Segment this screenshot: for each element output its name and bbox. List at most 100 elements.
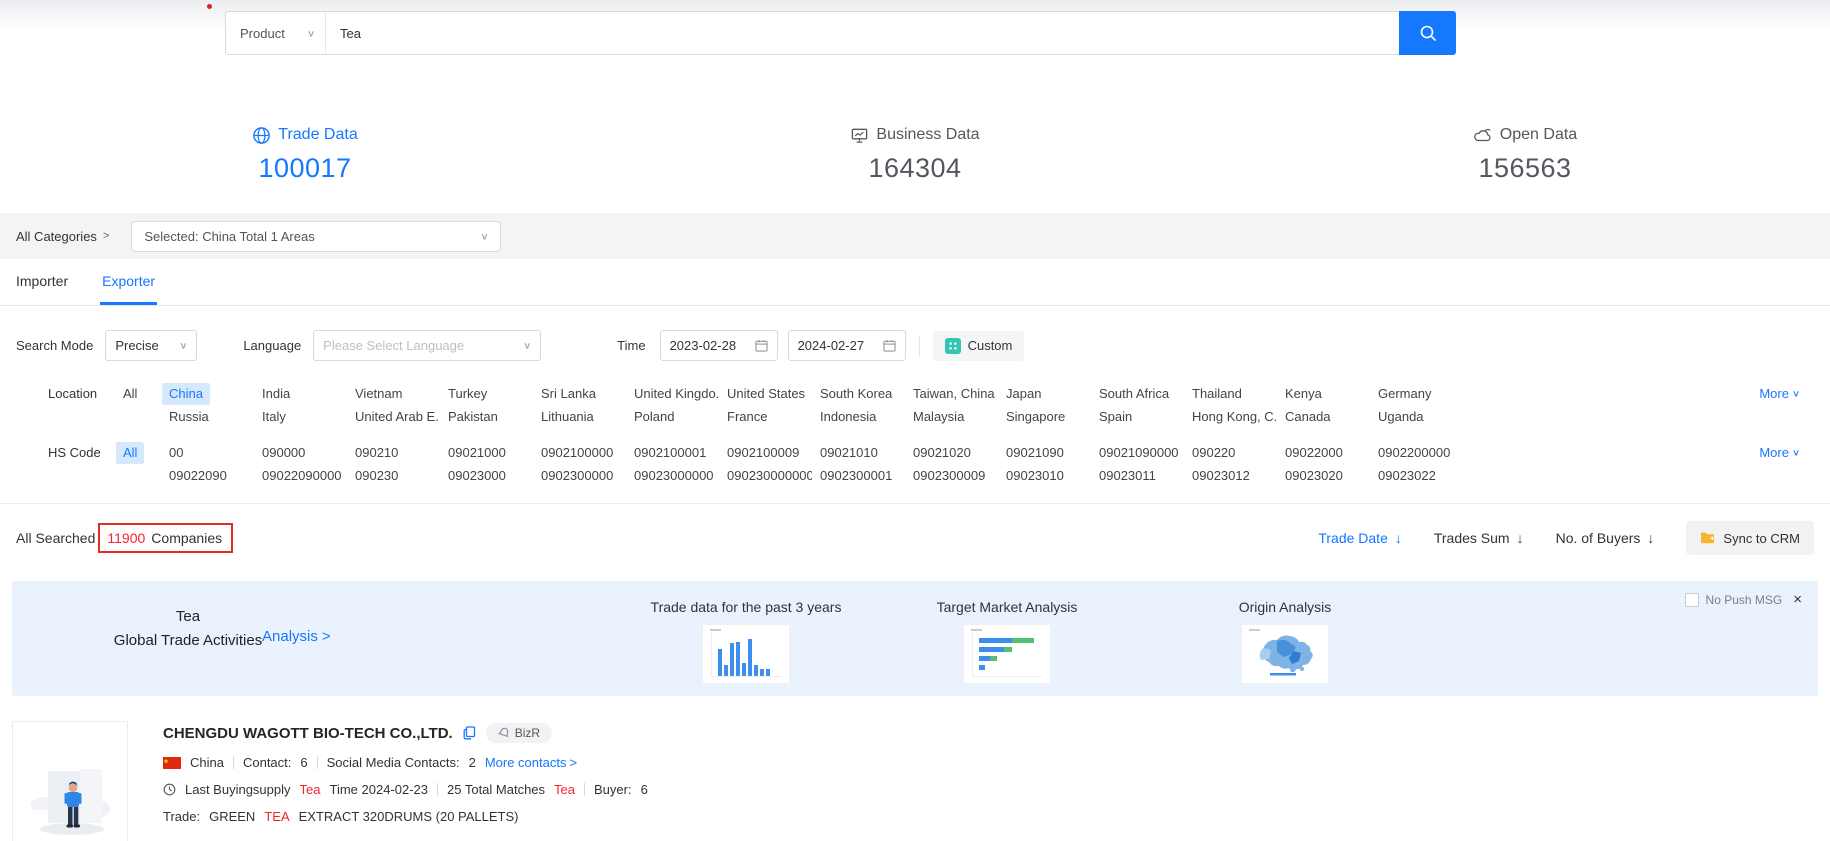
location-option[interactable]: Sri Lanka <box>534 383 603 405</box>
trade-pre: GREEN <box>209 809 255 824</box>
date-to[interactable]: 2024-02-27 <box>788 330 906 361</box>
stat-trade-data[interactable]: Trade Data 100017 <box>0 90 610 213</box>
total-matches: 25 Total Matches <box>447 782 545 797</box>
location-more-link[interactable]: More ∨ <box>1759 383 1800 405</box>
stat-open-data[interactable]: Open Data 156563 <box>1220 90 1830 213</box>
location-option[interactable]: Turkey <box>441 383 494 405</box>
close-icon[interactable]: × <box>1793 592 1802 607</box>
hs-code-option[interactable]: 09023011 <box>1092 465 1163 487</box>
hs-code-option[interactable]: 090230000000 <box>720 465 812 487</box>
hs-code-option[interactable]: 0902100009 <box>720 442 806 464</box>
hs-code-option[interactable]: 0902100000 <box>534 442 620 464</box>
china-map <box>1241 624 1329 684</box>
hs-code-option[interactable]: 09021000 <box>441 442 513 464</box>
location-option[interactable]: United States <box>720 383 812 405</box>
location-option[interactable]: China <box>162 383 210 405</box>
hs-all-chip[interactable]: All <box>116 442 144 464</box>
location-option[interactable]: Singapore <box>999 406 1072 428</box>
location-option[interactable]: India <box>255 383 297 405</box>
copy-icon[interactable] <box>463 726 476 740</box>
location-option[interactable]: Pakistan <box>441 406 505 428</box>
hs-code-option[interactable]: 0902100001 <box>627 442 713 464</box>
hs-code-option[interactable]: 09021090 <box>999 442 1071 464</box>
analysis-link[interactable]: Analysis > <box>262 628 331 645</box>
stat-business-data[interactable]: Business Data 164304 <box>610 90 1220 213</box>
hs-code-option[interactable]: 0902200000 <box>1371 442 1457 464</box>
chevron-down-icon: ∨ <box>1792 385 1800 403</box>
all-categories-link[interactable]: All Categories > <box>16 229 109 244</box>
location-option[interactable]: Lithuania <box>534 406 601 428</box>
hs-code-option[interactable]: 090000 <box>255 442 312 464</box>
search-button[interactable] <box>1399 11 1456 55</box>
search-mode-select[interactable]: Precise ∨ <box>105 330 197 361</box>
location-option[interactable]: Italy <box>255 406 293 428</box>
hs-code-option[interactable]: 09023010 <box>999 465 1071 487</box>
tab[interactable]: Importer <box>14 259 70 305</box>
location-option[interactable]: United Arab E... <box>348 406 440 428</box>
location-option[interactable]: United Kingdo... <box>627 383 719 405</box>
location-option[interactable]: South Africa <box>1092 383 1176 405</box>
location-option[interactable]: Japan <box>999 383 1048 405</box>
no-push-checkbox[interactable] <box>1685 593 1699 607</box>
stats-row: Trade Data 100017 Business Data 164304 O… <box>0 90 1830 213</box>
hs-code-option[interactable]: 090230 <box>348 465 405 487</box>
location-option[interactable]: Uganda <box>1371 406 1431 428</box>
sync-to-crm-button[interactable]: Sync to CRM <box>1686 521 1814 555</box>
search-input[interactable] <box>326 12 1399 54</box>
location-option[interactable]: Malaysia <box>906 406 971 428</box>
hs-code-option[interactable]: 09022090 <box>162 465 234 487</box>
sort-option[interactable]: Trade Date ↓ <box>1318 530 1402 546</box>
hs-code-option[interactable]: 09021020 <box>906 442 978 464</box>
hs-more-link[interactable]: More ∨ <box>1759 442 1800 464</box>
more-contacts-link[interactable]: More contacts > <box>485 755 577 770</box>
hs-code-option[interactable]: 0902300000 <box>534 465 620 487</box>
company-name[interactable]: CHENGDU WAGOTT BIO-TECH CO.,LTD. <box>163 725 453 742</box>
location-option[interactable]: Hong Kong, C... <box>1185 406 1277 428</box>
hs-code-option[interactable]: 09023020 <box>1278 465 1350 487</box>
hs-code-option[interactable]: 09023012 <box>1185 465 1257 487</box>
hs-code-option[interactable]: 090210 <box>348 442 405 464</box>
results-suffix: Companies <box>151 530 222 546</box>
location-option[interactable]: Taiwan, China <box>906 383 998 405</box>
hs-code-option[interactable]: 09023000000 <box>627 465 719 487</box>
sort-option[interactable]: No. of Buyers ↓ <box>1556 530 1655 546</box>
hs-code-option[interactable]: 09023000 <box>441 465 513 487</box>
stat-label: Business Data <box>876 126 979 144</box>
product-select[interactable]: Product ∨ <box>226 12 326 54</box>
hs-code-option[interactable]: 0902300009 <box>906 465 992 487</box>
preview-trade-data[interactable]: Trade data for the past 3 years <box>640 599 852 684</box>
preview-target-market[interactable]: Target Market Analysis <box>901 599 1113 684</box>
bizr-badge[interactable]: BizR <box>486 723 552 743</box>
date-from[interactable]: 2023-02-28 <box>660 330 778 361</box>
hs-code-option[interactable]: 09021010 <box>813 442 885 464</box>
location-option[interactable]: Thailand <box>1185 383 1249 405</box>
hs-code-option[interactable]: 09022090000 <box>255 465 347 487</box>
location-option[interactable]: Germany <box>1371 383 1438 405</box>
location-option[interactable]: South Korea <box>813 383 899 405</box>
preview-origin[interactable]: Origin Analysis <box>1179 599 1391 684</box>
hs-code-option[interactable]: 09023022 <box>1371 465 1443 487</box>
banner-title: Tea Global Trade Activities <box>98 608 278 649</box>
location-all-chip[interactable]: All <box>116 383 144 405</box>
language-select[interactable]: Please Select Language ∨ <box>313 330 541 361</box>
hs-code-option[interactable]: 09022000 <box>1278 442 1350 464</box>
location-option[interactable]: Spain <box>1092 406 1139 428</box>
company-thumbnail[interactable] <box>12 721 128 841</box>
location-option[interactable]: France <box>720 406 774 428</box>
location-option[interactable]: Kenya <box>1278 383 1329 405</box>
location-option[interactable]: Russia <box>162 406 216 428</box>
language-label: Language <box>243 338 301 353</box>
hs-code-option[interactable]: 09021090000 <box>1092 442 1184 464</box>
location-option[interactable]: Canada <box>1278 406 1338 428</box>
hs-code-option[interactable]: 00 <box>162 442 190 464</box>
custom-button[interactable]: Custom <box>933 331 1025 361</box>
area-select[interactable]: Selected: China Total 1 Areas ∨ <box>131 221 501 252</box>
sort-option[interactable]: Trades Sum ↓ <box>1434 530 1524 546</box>
location-option[interactable]: Poland <box>627 406 681 428</box>
tab[interactable]: Exporter <box>100 259 157 305</box>
hs-code-option[interactable]: 0902300001 <box>813 465 899 487</box>
location-option[interactable]: Vietnam <box>348 383 409 405</box>
location-option[interactable]: Indonesia <box>813 406 883 428</box>
clock-icon <box>163 783 176 796</box>
hs-code-option[interactable]: 090220 <box>1185 442 1242 464</box>
